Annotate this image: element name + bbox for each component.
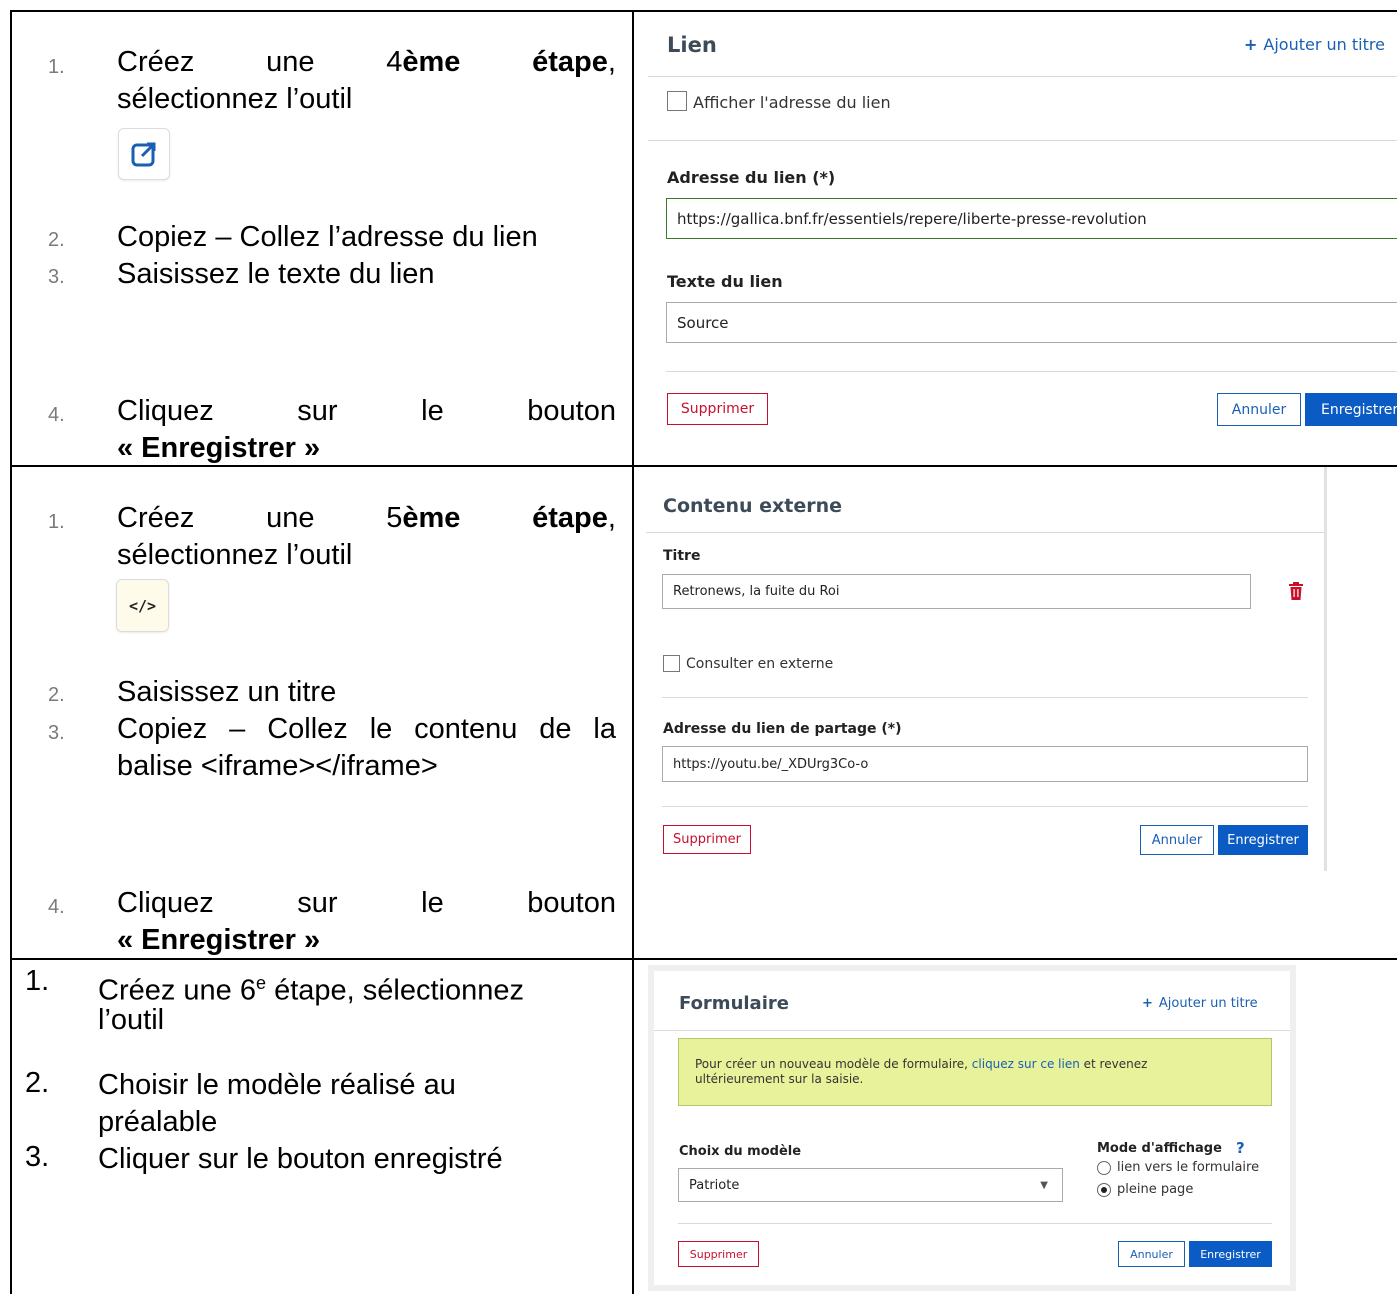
instruction-line: sélectionnez l’outil [117, 539, 353, 571]
model-label: Choix du modèle [679, 1144, 802, 1159]
list-number: 4. [48, 404, 65, 426]
add-title-button[interactable]: + Ajouter un titre [1142, 996, 1258, 1011]
divider [662, 806, 1308, 807]
instruction-line: Copiez – Collez le contenu de la [117, 713, 616, 745]
list-number: 2. [48, 229, 65, 251]
display-mode-label: Mode d'affichage [1097, 1141, 1222, 1156]
divider [678, 1223, 1272, 1224]
panel-title: Lien [667, 33, 717, 57]
delete-button[interactable]: Supprimer [667, 393, 768, 425]
list-number: 3. [25, 1141, 50, 1173]
panel-title: Formulaire [679, 993, 789, 1014]
instruction-line: Choisir le modèle réalisé au [98, 1069, 456, 1101]
radio-link-form[interactable] [1097, 1161, 1111, 1175]
radio-link-form-label: lien vers le formulaire [1117, 1160, 1260, 1175]
instruction-line: Cliquez sur le bouton [117, 395, 616, 427]
plus-icon: + [1142, 996, 1153, 1011]
show-address-checkbox[interactable] [667, 91, 687, 111]
table-column-divider [632, 10, 634, 1294]
instruction-line: l’outil [98, 1004, 165, 1036]
cancel-button[interactable]: Annuler [1140, 825, 1214, 855]
save-button[interactable]: Enregistrer [1189, 1241, 1272, 1267]
radio-full-page-label: pleine page [1117, 1182, 1194, 1197]
show-address-label: Afficher l'adresse du lien [693, 93, 891, 112]
consult-external-checkbox[interactable] [663, 655, 680, 672]
instruction-line: Copiez – Collez l’adresse du lien [117, 221, 538, 253]
instruction-line: Cliquez sur le bouton [117, 887, 616, 919]
title-input[interactable]: Retronews, la fuite du Roi [662, 574, 1251, 609]
radio-full-page[interactable] [1097, 1183, 1111, 1197]
cancel-button[interactable]: Annuler [1118, 1241, 1185, 1267]
share-address-input[interactable]: https://youtu.be/_XDUrg3Co-o [662, 746, 1308, 782]
list-number: 3. [48, 722, 65, 744]
save-button[interactable]: Enregistrer [1218, 825, 1308, 855]
instruction-line: balise <iframe></iframe> [117, 750, 438, 782]
instruction-line: Créez une 4ème étape, [117, 46, 616, 78]
list-number: 3. [48, 266, 65, 288]
trash-icon[interactable] [1288, 582, 1304, 605]
link-edit-tool-icon [118, 128, 170, 180]
instruction-line: « Enregistrer » [117, 924, 321, 956]
list-number: 1. [25, 965, 50, 997]
cancel-button[interactable]: Annuler [1217, 393, 1301, 426]
instruction-line: Cliquer sur le bouton enregistré [98, 1143, 503, 1175]
divider [666, 371, 1397, 372]
instruction-line: préalable [98, 1106, 218, 1138]
address-input[interactable]: https://gallica.bnf.fr/essentiels/repere… [666, 198, 1397, 239]
address-label: Adresse du lien (*) [667, 168, 836, 187]
share-address-label: Adresse du lien de partage (*) [663, 721, 902, 737]
consult-external-label: Consulter en externe [686, 656, 834, 672]
caret-down-icon: ▼ [1040, 1179, 1048, 1191]
table-border-top [10, 10, 1397, 12]
add-title-button[interactable]: + Ajouter un titre [1244, 35, 1385, 54]
link-text-label: Texte du lien [667, 272, 783, 291]
instruction-line: Saisissez un titre [117, 676, 337, 708]
list-number: 2. [25, 1067, 50, 1099]
divider [662, 697, 1308, 698]
divider [648, 76, 1397, 77]
link-text-input[interactable]: Source [666, 302, 1397, 343]
list-number: 1. [48, 511, 65, 533]
instruction-line: Créez une 5ème étape, [117, 502, 616, 534]
delete-button[interactable]: Supprimer [678, 1241, 759, 1267]
instruction-line: Saisissez le texte du lien [117, 258, 435, 290]
title-label: Titre [663, 548, 701, 564]
list-number: 2. [48, 684, 65, 706]
plus-icon: + [1244, 35, 1258, 54]
table-border-left [10, 10, 12, 1294]
create-model-link[interactable]: cliquez sur ce lien [972, 1057, 1080, 1071]
notice-text: Pour créer un nouveau modèle de formulai… [695, 1057, 1148, 1086]
list-number: 1. [48, 56, 65, 78]
model-select[interactable]: Patriote ▼ [678, 1168, 1063, 1202]
divider [654, 1030, 1290, 1031]
divider [648, 140, 1397, 141]
embed-code-tool-icon: </> [116, 579, 169, 632]
panel-title: Contenu externe [663, 495, 843, 517]
list-number: 4. [48, 896, 65, 918]
delete-button[interactable]: Supprimer [663, 825, 751, 854]
instruction-line: « Enregistrer » [117, 432, 321, 464]
instruction-line: sélectionnez l’outil [117, 83, 353, 115]
save-button[interactable]: Enregistrer [1305, 393, 1397, 426]
help-icon[interactable]: ? [1236, 1139, 1245, 1157]
divider [646, 532, 1324, 533]
